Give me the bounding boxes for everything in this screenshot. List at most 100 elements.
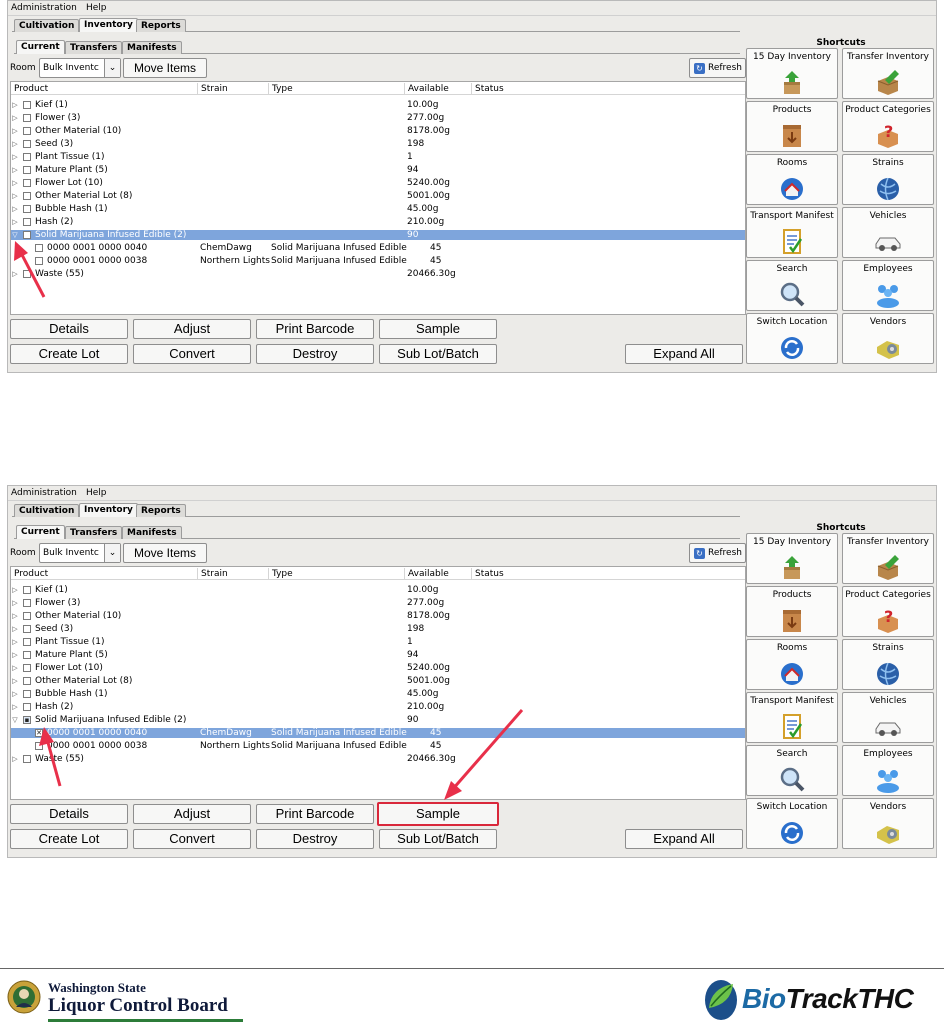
sub-lot-batch-button[interactable]: Sub Lot/Batch [379, 829, 497, 849]
shortcut-rooms[interactable]: Rooms [746, 154, 838, 205]
create-lot-button[interactable]: Create Lot [10, 344, 128, 364]
create-lot-button[interactable]: Create Lot [10, 829, 128, 849]
table-row[interactable]: ▷ Mature Plant (5) 94 [11, 165, 745, 175]
print-barcode-button[interactable]: Print Barcode [256, 804, 374, 824]
tab-manifests[interactable]: Manifests [122, 526, 182, 539]
refresh-button[interactable]: ↻ Refresh [689, 58, 746, 78]
expand-all-button[interactable]: Expand All [625, 344, 743, 364]
column-available[interactable]: Available [408, 569, 449, 579]
menu-help[interactable]: Help [86, 3, 107, 13]
row-checkbox[interactable] [23, 599, 31, 607]
shortcut-transfer-inventory[interactable]: Transfer Inventory [842, 48, 934, 99]
shortcut-transport-manifest[interactable]: Transport Manifest [746, 692, 838, 743]
convert-button[interactable]: Convert [133, 829, 251, 849]
tab-current[interactable]: Current [16, 525, 65, 539]
row-checkbox-checked[interactable]: ✕ [35, 729, 43, 737]
row-checkbox[interactable] [23, 140, 31, 148]
column-product[interactable]: Product [14, 84, 48, 94]
expand-arrow-icon[interactable]: ▷ [11, 191, 19, 201]
table-row-child[interactable]: 0000 0001 0000 0038 Northern Lights Solid … [11, 741, 745, 751]
column-product[interactable]: Product [14, 569, 48, 579]
move-items-button[interactable]: Move Items [123, 543, 207, 563]
expand-arrow-icon[interactable]: ▷ [11, 139, 19, 149]
shortcut-vehicles[interactable]: Vehicles [842, 207, 934, 258]
row-checkbox[interactable] [23, 703, 31, 711]
row-checkbox[interactable] [23, 690, 31, 698]
row-checkbox-partial[interactable]: ▪ [23, 716, 31, 724]
row-checkbox[interactable] [23, 192, 31, 200]
shortcut-products[interactable]: Products [746, 586, 838, 637]
shortcut-switch-location[interactable]: Switch Location [746, 798, 838, 849]
table-row[interactable]: ▷ Flower (3) 277.00g [11, 113, 745, 123]
row-checkbox[interactable] [23, 101, 31, 109]
row-checkbox[interactable] [23, 205, 31, 213]
row-checkbox[interactable] [23, 612, 31, 620]
tab-transfers[interactable]: Transfers [65, 526, 123, 539]
column-status[interactable]: Status [475, 84, 504, 94]
shortcut-vendors[interactable]: Vendors [842, 313, 934, 364]
expand-arrow-icon[interactable]: ▷ [11, 152, 19, 162]
column-strain[interactable]: Strain [201, 84, 228, 94]
table-row[interactable]: ▷ Other Material (10) 8178.00g [11, 126, 745, 136]
shortcut-15-day-inventory[interactable]: 15 Day Inventory [746, 533, 838, 584]
menu-administration[interactable]: Administration [11, 488, 77, 498]
table-row[interactable]: ▷ Hash (2) 210.00g [11, 217, 745, 227]
table-row[interactable]: ▷ Other Material Lot (8) 5001.00g [11, 676, 745, 686]
expand-arrow-icon[interactable]: ▷ [11, 269, 19, 279]
table-row[interactable]: ▷ Bubble Hash (1) 45.00g [11, 689, 745, 699]
row-checkbox[interactable] [35, 257, 43, 265]
table-row[interactable]: ▷ Other Material Lot (8) 5001.00g [11, 191, 745, 201]
expand-arrow-icon[interactable]: ▷ [11, 126, 19, 136]
tab-cultivation[interactable]: Cultivation [14, 19, 80, 32]
row-checkbox[interactable] [23, 638, 31, 646]
print-barcode-button[interactable]: Print Barcode [256, 319, 374, 339]
tab-manifests[interactable]: Manifests [122, 41, 182, 54]
expand-arrow-icon[interactable]: ▷ [11, 100, 19, 110]
expand-arrow-icon[interactable]: ▷ [11, 663, 19, 673]
expand-arrow-icon[interactable]: ▷ [11, 113, 19, 123]
shortcut-search[interactable]: Search [746, 745, 838, 796]
row-checkbox[interactable] [35, 244, 43, 252]
shortcut-employees[interactable]: Employees [842, 260, 934, 311]
sample-button[interactable]: Sample [379, 319, 497, 339]
expand-arrow-icon[interactable]: ▷ [11, 598, 19, 608]
details-button[interactable]: Details [10, 319, 128, 339]
table-row[interactable]: ▷ Waste (55) 20466.30g [11, 754, 745, 764]
expand-arrow-icon[interactable]: ▷ [11, 676, 19, 686]
column-status[interactable]: Status [475, 569, 504, 579]
expand-arrow-icon[interactable]: ▷ [11, 650, 19, 660]
table-row[interactable]: ▷ Waste (55) 20466.30g [11, 269, 745, 279]
column-type[interactable]: Type [272, 84, 293, 94]
table-row[interactable]: ▷ Mature Plant (5) 94 [11, 650, 745, 660]
table-row[interactable]: ▷ Seed (3) 198 [11, 139, 745, 149]
sub-lot-batch-button[interactable]: Sub Lot/Batch [379, 344, 497, 364]
shortcut-product-categories[interactable]: Product Categories ? [842, 101, 934, 152]
row-checkbox[interactable] [23, 677, 31, 685]
table-row[interactable]: ▷ Flower Lot (10) 5240.00g [11, 178, 745, 188]
column-available[interactable]: Available [408, 84, 449, 94]
shortcut-employees[interactable]: Employees [842, 745, 934, 796]
expand-arrow-icon[interactable]: ▷ [11, 754, 19, 764]
shortcut-rooms[interactable]: Rooms [746, 639, 838, 690]
expand-arrow-icon[interactable]: ▷ [11, 178, 19, 188]
destroy-button[interactable]: Destroy [256, 829, 374, 849]
row-checkbox[interactable] [23, 586, 31, 594]
tab-inventory[interactable]: Inventory [79, 503, 138, 517]
room-select[interactable]: Bulk Inventc ⌄ [39, 58, 121, 78]
table-row[interactable]: ▷ Seed (3) 198 [11, 624, 745, 634]
sample-button[interactable]: Sample [377, 802, 499, 826]
table-row[interactable]: ▷ Plant Tissue (1) 1 [11, 152, 745, 162]
table-row[interactable]: ▷ Kief (1) 10.00g [11, 100, 745, 110]
expand-arrow-icon[interactable]: ▷ [11, 624, 19, 634]
table-row[interactable]: ▷ Other Material (10) 8178.00g [11, 611, 745, 621]
row-checkbox[interactable] [23, 651, 31, 659]
row-checkbox[interactable] [23, 127, 31, 135]
table-row-child[interactable]: 0000 0001 0000 0038 Northern Lights Solid … [11, 256, 745, 266]
tab-current[interactable]: Current [16, 40, 65, 54]
expand-arrow-icon[interactable]: ▷ [11, 702, 19, 712]
expand-arrow-icon[interactable]: ▷ [11, 689, 19, 699]
menu-help[interactable]: Help [86, 488, 107, 498]
shortcut-transport-manifest[interactable]: Transport Manifest [746, 207, 838, 258]
shortcut-products[interactable]: Products [746, 101, 838, 152]
tab-transfers[interactable]: Transfers [65, 41, 123, 54]
